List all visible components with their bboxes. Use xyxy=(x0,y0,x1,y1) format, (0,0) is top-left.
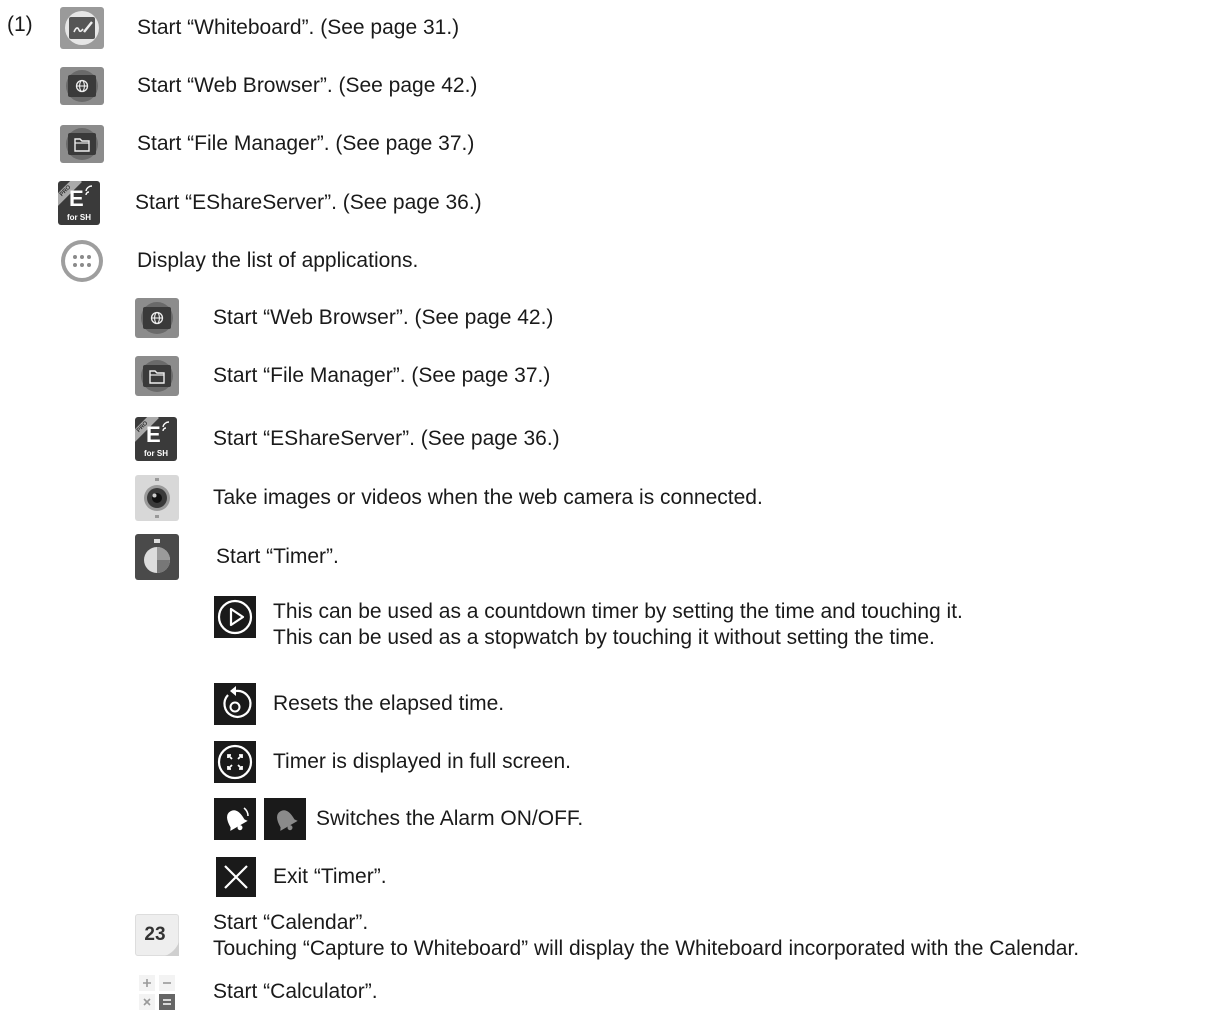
timer-exit-text: Exit “Timer”. xyxy=(273,865,387,888)
app-list-text: Display the list of applications. xyxy=(137,249,419,272)
eshare-icon: PRO E for SH xyxy=(135,417,177,461)
app-file-manager-text: Start “File Manager”. (See page 37.) xyxy=(213,364,551,387)
row-app-file-manager: Start “File Manager”. (See page 37.) xyxy=(135,356,550,396)
app-list-icon xyxy=(61,240,103,282)
reset-icon xyxy=(214,683,256,725)
eshare-text: Start “EShareServer”. (See page 36.) xyxy=(135,191,482,214)
calendar-icon: 23 xyxy=(135,914,179,956)
calculator-icon xyxy=(135,972,179,1012)
row-web-browser: Start “Web Browser”. (See page 42.) xyxy=(60,67,477,105)
whiteboard-icon xyxy=(60,7,104,49)
app-calculator-text: Start “Calculator”. xyxy=(213,980,378,1003)
file-manager-icon xyxy=(135,356,179,396)
app-camera-text: Take images or videos when the web camer… xyxy=(213,486,763,509)
whiteboard-text: Start “Whiteboard”. (See page 31.) xyxy=(137,16,460,39)
eshare-for-label: for SH xyxy=(67,213,91,222)
app-timer-text: Start “Timer”. xyxy=(216,545,339,568)
timer-start-line1: This can be used as a countdown timer by… xyxy=(273,600,963,623)
play-icon xyxy=(214,596,256,638)
eshare-letter: E xyxy=(146,422,161,447)
row-timer-exit: Exit “Timer”. xyxy=(216,857,387,897)
row-timer-start: This can be used as a countdown timer by… xyxy=(214,596,963,651)
row-timer-reset: Resets the elapsed time. xyxy=(214,683,504,725)
row-file-manager: Start “File Manager”. (See page 37.) xyxy=(60,125,474,163)
close-icon xyxy=(216,857,256,897)
row-app-calendar: 23 Start “Calendar”. Touching “Capture t… xyxy=(135,910,1079,962)
web-browser-icon xyxy=(60,67,104,105)
wifi-icon xyxy=(162,421,170,432)
row-app-camera: Take images or videos when the web camer… xyxy=(135,475,763,521)
eshare-letter: E xyxy=(69,186,84,211)
row-app-calculator: Start “Calculator”. xyxy=(135,972,378,1012)
fullscreen-icon xyxy=(214,741,256,783)
row-app-timer: Start “Timer”. xyxy=(135,534,339,580)
row-app-list: Display the list of applications. xyxy=(60,239,418,283)
calendar-day-label: 23 xyxy=(144,924,166,945)
app-calendar-line1: Start “Calendar”. xyxy=(213,911,369,934)
row-eshare: PRO E for SH Start “EShareServer”. (See … xyxy=(58,181,482,225)
timer-fullscreen-text: Timer is displayed in full screen. xyxy=(273,750,571,773)
item-number: (1) xyxy=(7,13,33,36)
file-manager-icon xyxy=(60,125,104,163)
timer-icon xyxy=(135,534,179,580)
app-web-browser-text: Start “Web Browser”. (See page 42.) xyxy=(213,306,554,329)
timer-start-line2: This can be used as a stopwatch by touch… xyxy=(273,626,935,649)
wifi-icon xyxy=(85,185,93,196)
eshare-icon: PRO E for SH xyxy=(58,181,100,225)
camera-icon xyxy=(135,475,179,521)
row-app-eshare: PRO E for SH Start “EShareServer”. (See … xyxy=(135,417,560,461)
row-whiteboard: Start “Whiteboard”. (See page 31.) xyxy=(60,7,459,49)
web-browser-icon xyxy=(135,298,179,338)
app-eshare-text: Start “EShareServer”. (See page 36.) xyxy=(213,427,560,450)
eshare-for-label: for SH xyxy=(144,449,168,458)
row-timer-fullscreen: Timer is displayed in full screen. xyxy=(214,741,571,783)
alarm-off-icon xyxy=(264,798,306,840)
app-calendar-line2: Touching “Capture to Whiteboard” will di… xyxy=(213,937,1080,960)
web-browser-text: Start “Web Browser”. (See page 42.) xyxy=(137,74,478,97)
row-app-web-browser: Start “Web Browser”. (See page 42.) xyxy=(135,298,553,338)
timer-alarm-text: Switches the Alarm ON/OFF. xyxy=(316,807,584,830)
timer-reset-text: Resets the elapsed time. xyxy=(273,692,505,715)
file-manager-text: Start “File Manager”. (See page 37.) xyxy=(137,132,475,155)
alarm-on-icon xyxy=(214,798,256,840)
row-timer-alarm: Switches the Alarm ON/OFF. xyxy=(214,798,583,840)
